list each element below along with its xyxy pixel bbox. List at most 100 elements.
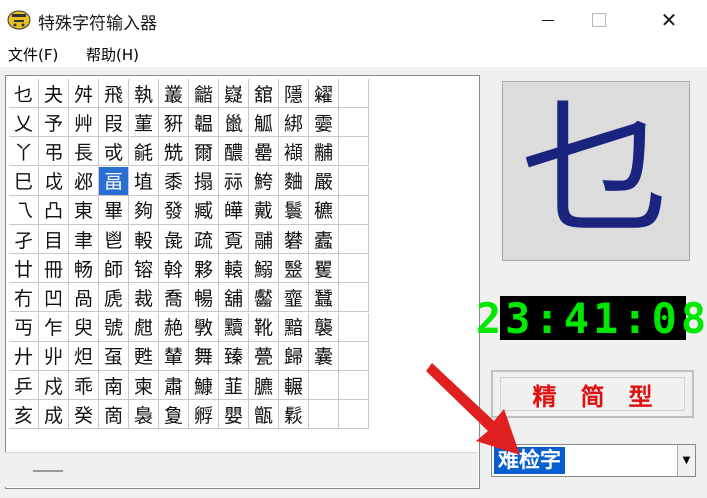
char-cell[interactable]: 飛	[99, 79, 129, 108]
char-cell[interactable]: 鬟	[279, 195, 309, 225]
char-cell[interactable]: 韮	[219, 371, 249, 400]
char-cell[interactable]: 舘	[249, 79, 279, 108]
char-cell[interactable]	[339, 341, 369, 371]
char-cell[interactable]: 戍	[39, 371, 69, 400]
char-cell[interactable]	[309, 371, 339, 400]
char-cell[interactable]: 矍	[309, 254, 339, 284]
char-cell[interactable]: 南	[99, 371, 129, 400]
char-cell[interactable]: 埴	[129, 166, 159, 196]
char-cell[interactable]: 臧	[189, 195, 219, 225]
char-cell[interactable]: 乜	[9, 79, 39, 108]
maximize-button[interactable]	[576, 0, 622, 40]
char-cell[interactable]: 嶷	[219, 79, 249, 108]
char-cell[interactable]: 綁	[279, 108, 309, 138]
char-cell[interactable]: 菫	[129, 108, 159, 138]
char-cell[interactable]: 夥	[189, 254, 219, 284]
char-cell[interactable]: 黯	[279, 312, 309, 342]
char-cell[interactable]: 甦	[129, 341, 159, 371]
char-cell[interactable]: 冊	[39, 254, 69, 284]
char-cell[interactable]: 彘	[159, 225, 189, 254]
char-cell[interactable]: 長	[69, 137, 99, 167]
char-cell[interactable]	[339, 108, 369, 138]
char-cell[interactable]: 嚴	[309, 166, 339, 196]
char-cell[interactable]	[339, 254, 369, 284]
char-cell[interactable]	[339, 166, 369, 196]
char-cell[interactable]: 東	[69, 195, 99, 225]
char-cell[interactable]: 喬	[159, 283, 189, 313]
char-cell[interactable]: 丏	[9, 312, 39, 342]
char-cell[interactable]: 疏	[189, 225, 219, 254]
char-cell[interactable]: 齾	[249, 283, 279, 313]
char-cell[interactable]: 礬	[279, 225, 309, 254]
char-cell[interactable]: 戉	[39, 166, 69, 196]
close-button[interactable]: ✕	[646, 0, 692, 40]
char-cell[interactable]: 暢	[189, 283, 219, 313]
char-cell-selected[interactable]: 畐	[99, 166, 129, 196]
char-cell[interactable]: 襭	[279, 137, 309, 167]
char-cell[interactable]: 虒	[99, 283, 129, 313]
char-cell[interactable]: 毹	[129, 137, 159, 167]
char-cell[interactable]: 軗	[129, 225, 159, 254]
char-cell[interactable]: 鱇	[189, 371, 219, 400]
char-cell[interactable]: 兟	[159, 137, 189, 167]
char-cell[interactable]	[339, 195, 369, 225]
char-cell[interactable]: 柬	[129, 371, 159, 400]
char-cell[interactable]: 穮	[309, 195, 339, 225]
char-cell[interactable]: 冇	[9, 283, 39, 313]
char-cell[interactable]: 丱	[39, 341, 69, 371]
char-cell[interactable]: 畅	[69, 254, 99, 284]
char-cell[interactable]	[339, 371, 369, 400]
char-cell[interactable]: 舞	[189, 341, 219, 371]
char-cell[interactable]: 凹	[39, 283, 69, 313]
char-cell[interactable]: 囊	[309, 341, 339, 371]
char-cell[interactable]	[309, 400, 339, 430]
char-cell[interactable]: 乒	[9, 371, 39, 400]
char-cell[interactable]: 黷	[219, 312, 249, 342]
char-cell[interactable]: 夠	[129, 195, 159, 225]
char-cell[interactable]: 乍	[39, 312, 69, 342]
char-cell[interactable]: 鰯	[249, 254, 279, 284]
char-cell[interactable]: 乁	[9, 195, 39, 225]
char-cell[interactable]: 叚	[99, 108, 129, 138]
char-cell[interactable]	[339, 400, 369, 430]
char-cell[interactable]: 孑	[9, 225, 39, 254]
char-cell[interactable]: 肅	[159, 371, 189, 400]
char-cell[interactable]: 隱	[279, 79, 309, 108]
char-cell[interactable]	[339, 283, 369, 313]
char-cell[interactable]: 毉	[279, 254, 309, 284]
char-cell[interactable]: 龤	[189, 79, 219, 108]
char-cell[interactable]: 裁	[129, 283, 159, 313]
char-cell[interactable]: 嬰	[219, 400, 249, 430]
char-cell[interactable]: 咼	[69, 283, 99, 313]
char-cell[interactable]: 孵	[189, 400, 219, 430]
char-cell[interactable]: 巳	[9, 166, 39, 196]
char-cell[interactable]: 巤	[219, 108, 249, 138]
char-cell[interactable]: 輦	[159, 341, 189, 371]
char-cell[interactable]: 觚	[249, 108, 279, 138]
char-cell[interactable]: 麯	[279, 166, 309, 196]
char-cell[interactable]: 丫	[9, 137, 39, 167]
char-cell[interactable]	[339, 312, 369, 342]
menu-help[interactable]: 帮助(H)	[86, 44, 139, 65]
char-cell[interactable]: 甑	[249, 400, 279, 430]
char-cell[interactable]: 虿	[99, 341, 129, 371]
char-cell[interactable]: 弔	[39, 137, 69, 167]
char-cell[interactable]: 乂	[9, 108, 39, 138]
char-cell[interactable]: 戓	[99, 137, 129, 167]
char-cell[interactable]	[339, 79, 369, 108]
char-cell[interactable]: 鬏	[279, 400, 309, 430]
char-cell[interactable]: 斆	[189, 312, 219, 342]
char-cell[interactable]: 舛	[69, 79, 99, 108]
horizontal-scrollbar[interactable]	[5, 452, 478, 487]
scrollbar-thumb[interactable]	[33, 470, 63, 472]
char-cell[interactable]: 號	[99, 312, 129, 342]
char-cell[interactable]: 舖	[219, 283, 249, 313]
char-cell[interactable]: 赩	[159, 312, 189, 342]
char-cell[interactable]: 甝	[129, 312, 159, 342]
char-cell[interactable]: 黼	[309, 137, 339, 167]
char-cell[interactable]: 臕	[249, 371, 279, 400]
char-cell[interactable]: 豣	[159, 108, 189, 138]
char-cell[interactable]: 凸	[39, 195, 69, 225]
char-cell[interactable]: 執	[129, 79, 159, 108]
char-cell[interactable]: 廾	[9, 341, 39, 371]
